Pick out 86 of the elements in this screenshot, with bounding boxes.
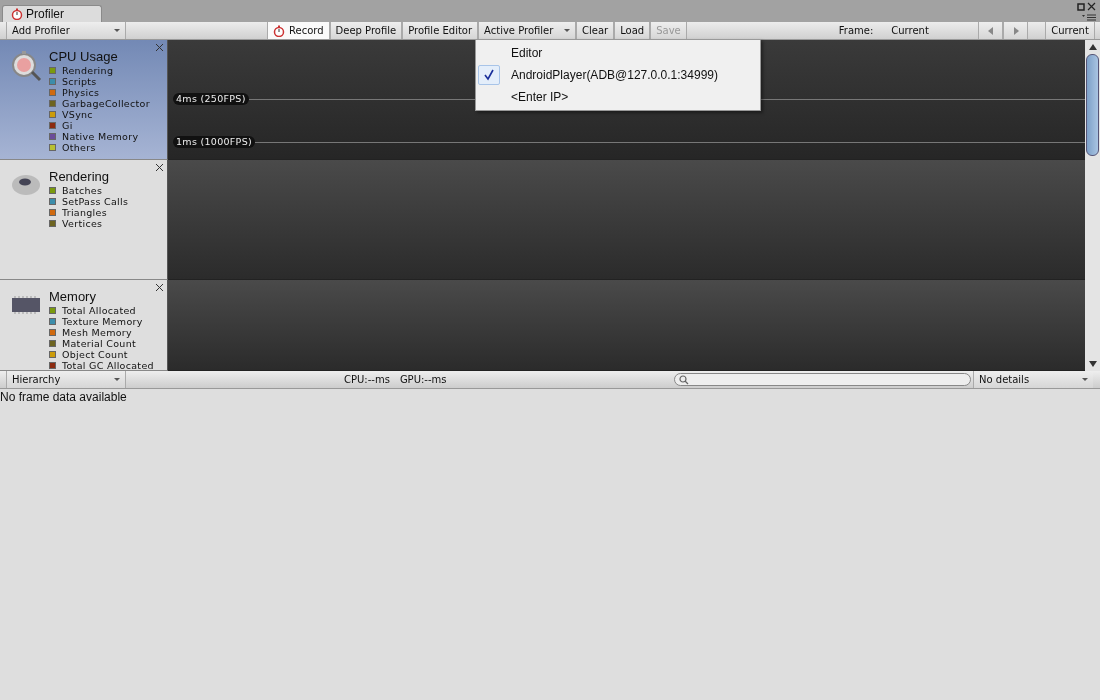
legend-label: Texture Memory <box>62 316 143 327</box>
frame-label: Frame: <box>838 24 874 38</box>
legend-label: GarbageCollector <box>62 98 150 109</box>
maximize-icon <box>1077 2 1085 11</box>
search-field[interactable] <box>674 373 971 386</box>
view-dropdown[interactable]: Hierarchy <box>6 371 126 388</box>
up-arrow-icon <box>1088 44 1097 50</box>
left-arrow-icon <box>987 26 994 35</box>
caret-icon <box>114 378 120 381</box>
menu-item[interactable]: <Enter IP> <box>476 86 760 108</box>
legend-label: Scripts <box>62 76 97 87</box>
legend-label: Rendering <box>62 65 114 76</box>
profiler-title: CPU Usage <box>49 50 119 64</box>
legend-swatch[interactable] <box>49 144 56 151</box>
threshold-label: 4ms (250FPS) <box>173 93 249 105</box>
legend-swatch[interactable] <box>49 198 56 205</box>
close-icon <box>155 283 164 292</box>
caret-icon <box>1082 378 1088 381</box>
legend-swatch[interactable] <box>49 89 56 96</box>
close-icon <box>155 163 164 172</box>
legend-label: Batches <box>62 185 103 196</box>
legend-swatch[interactable] <box>49 187 56 194</box>
legend-swatch[interactable] <box>49 307 56 314</box>
legend-label: Others <box>62 142 96 153</box>
stopwatch-icon <box>10 50 42 82</box>
empty-message: No frame data available <box>0 390 128 404</box>
caret-icon <box>564 29 571 32</box>
next-frame-button[interactable] <box>1003 22 1029 39</box>
toolbar-button[interactable]: Load <box>614 22 651 39</box>
add-profiler-dropdown[interactable]: Add Profiler <box>6 22 126 39</box>
frame-value: Current <box>891 24 930 38</box>
legend-swatch[interactable] <box>49 318 56 325</box>
stopwatch-icon <box>11 8 23 20</box>
caret-icon <box>114 29 120 32</box>
legend-swatch[interactable] <box>49 78 56 85</box>
legend-swatch[interactable] <box>49 362 56 369</box>
toolbar-button[interactable]: Deep Profile <box>329 22 403 39</box>
legend-swatch[interactable] <box>49 133 56 140</box>
legend-swatch[interactable] <box>49 100 56 107</box>
profiler-title: Memory <box>49 290 97 304</box>
legend-swatch[interactable] <box>49 209 56 216</box>
active-profiler-dropdown[interactable]: Active Profiler <box>478 22 577 39</box>
legend-swatch[interactable] <box>49 122 56 129</box>
legend-swatch[interactable] <box>49 67 56 74</box>
legend-label: Physics <box>62 87 100 98</box>
close-icon <box>155 43 164 52</box>
legend-label: Total GC Allocated <box>62 360 154 371</box>
current-frame-button[interactable]: Current <box>1045 22 1095 39</box>
menu-item[interactable]: Editor <box>476 42 760 64</box>
legend-swatch[interactable] <box>49 340 56 347</box>
legend-label: Gi <box>62 120 73 131</box>
profiler-panel[interactable]: Memory Total Allocated Texture Memory Mesh Memory Material Count Object Count Total GC Allocated <box>0 280 168 371</box>
scrollbar[interactable] <box>1085 40 1100 371</box>
profiler-panel[interactable]: CPU Usage Rendering Scripts Physics GarbageCollector VSync Gi Native Memory Others <box>0 40 168 160</box>
cpu-time: CPU:--ms <box>344 374 390 385</box>
toolbar-button[interactable]: Profile Editor <box>402 22 479 39</box>
previous-frame-button[interactable] <box>978 22 1004 39</box>
legend-label: SetPass Calls <box>62 196 129 207</box>
profiler-title: Rendering <box>49 170 110 184</box>
stopwatch-icon <box>273 24 285 37</box>
close-icon <box>1087 2 1096 11</box>
legend-swatch[interactable] <box>49 329 56 336</box>
gpu-time: GPU:--ms <box>399 374 447 385</box>
legend-label: Total Allocated <box>62 305 136 316</box>
right-arrow-icon <box>1012 26 1019 35</box>
legend-label: Vertices <box>62 218 103 229</box>
search-icon <box>679 374 689 385</box>
menu-item[interactable]: AndroidPlayer(ADB@127.0.0.1:34999) <box>476 64 760 86</box>
down-arrow-icon <box>1088 361 1097 367</box>
record-button[interactable]: Record <box>267 22 330 39</box>
details-dropdown[interactable]: No details <box>973 371 1093 388</box>
threshold-label: 1ms (1000FPS) <box>173 136 255 148</box>
profiler-panel[interactable]: Rendering Batches SetPass Calls Triangles Vertices <box>0 160 168 280</box>
legend-label: Material Count <box>62 338 137 349</box>
legend-swatch[interactable] <box>49 220 56 227</box>
legend-label: Native Memory <box>62 131 139 142</box>
legend-label: VSync <box>62 109 93 120</box>
scroll-thumb[interactable] <box>1086 54 1099 156</box>
legend-label: Triangles <box>62 207 107 218</box>
legend-label: Object Count <box>62 349 128 360</box>
window-tab[interactable]: Profiler <box>2 5 102 22</box>
legend-label: Mesh Memory <box>62 327 132 338</box>
legend-swatch[interactable] <box>49 111 56 118</box>
toolbar-button[interactable]: Clear <box>576 22 615 39</box>
menu-icon <box>1082 14 1096 21</box>
legend-swatch[interactable] <box>49 351 56 358</box>
